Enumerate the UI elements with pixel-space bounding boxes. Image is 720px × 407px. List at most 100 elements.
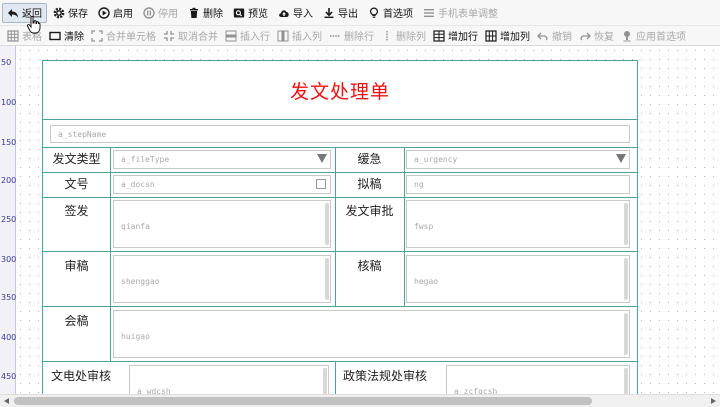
apply-preferences-button[interactable]: 应用首选项 — [618, 26, 689, 45]
column-divider — [110, 147, 111, 306]
delete-column-label: 删除列 — [396, 32, 426, 43]
telegraph-review-value: a_wdcsh — [137, 387, 171, 394]
undo-button-label: 撤销 — [552, 32, 572, 43]
delete-row-label: 删除行 — [344, 32, 374, 43]
scroll-left-arrow-icon[interactable] — [4, 398, 9, 404]
hand-cursor-icon — [27, 16, 41, 34]
delete-col-icon — [381, 30, 393, 42]
ruler-tick: 50 — [1, 58, 12, 67]
gear-icon — [53, 7, 65, 19]
clear-icon — [49, 30, 61, 42]
checkbox[interactable] — [316, 179, 326, 189]
urgency-select[interactable]: a_urgency — [406, 150, 630, 169]
scrollbar[interactable] — [325, 203, 329, 245]
delete-button-label: 删除 — [203, 9, 223, 20]
enable-button[interactable]: 启用 — [94, 3, 137, 23]
unmerge-cells-label: 取消合并 — [178, 32, 218, 43]
delete-column-button[interactable]: 删除列 — [378, 26, 429, 45]
undo-icon — [537, 30, 549, 42]
trash-icon — [188, 7, 200, 19]
sign-off-label: 签发 — [64, 204, 89, 218]
scrollbar[interactable] — [624, 203, 628, 245]
grid-icon — [7, 29, 19, 42]
doc-number-label: 文号 — [64, 177, 89, 191]
merge-cells-label: 合并单元格 — [106, 32, 156, 43]
verify-value: hegao — [414, 277, 439, 286]
joint-review-label: 会稿 — [64, 314, 89, 328]
urgency-value: a_urgency — [414, 155, 458, 164]
chevron-down-icon — [317, 154, 327, 163]
insert-row-button[interactable]: 插入行 — [222, 26, 273, 45]
disable-button-label: 停用 — [158, 9, 178, 20]
telegraph-review-textarea[interactable]: a_wdcsh — [129, 365, 329, 394]
split-cells-icon — [163, 30, 175, 42]
row-divider — [43, 306, 637, 307]
preview-button[interactable]: 预览 — [229, 3, 272, 23]
policy-review-textarea[interactable]: a_zcfgcsh — [446, 365, 630, 394]
export-button[interactable]: 导出 — [319, 3, 362, 23]
import-button[interactable]: 导入 — [274, 3, 317, 23]
column-divider — [404, 147, 405, 306]
delete-row-button[interactable]: 删除行 — [326, 26, 377, 45]
redo-icon — [579, 30, 591, 42]
ruler-tick: 350 — [1, 293, 17, 302]
verify-textarea[interactable]: hegao — [406, 255, 630, 303]
telegraph-review-label: 文电处审核 — [51, 369, 112, 383]
delete-button[interactable]: 删除 — [184, 3, 227, 23]
scrollbar[interactable] — [624, 313, 628, 355]
policy-review-label: 政策法规处审核 — [343, 369, 428, 383]
clear-button[interactable]: 清除 — [46, 26, 87, 45]
scrollbar[interactable] — [624, 258, 628, 300]
chevron-down-icon — [616, 154, 626, 163]
document-form: 发文处理单 a_stepName 发文类型 a_fileType 缓急 a_ur… — [42, 60, 638, 394]
row-divider — [43, 147, 637, 148]
insert-row-label: 插入行 — [240, 32, 270, 43]
approval-textarea[interactable]: fwsp — [406, 200, 630, 248]
scrollbar[interactable] — [624, 368, 628, 394]
review-label: 审稿 — [64, 259, 89, 273]
ruler-tick: 450 — [1, 372, 17, 381]
save-button-label: 保存 — [68, 9, 88, 20]
joint-review-textarea[interactable]: huigao — [113, 310, 630, 358]
list-icon — [423, 7, 435, 19]
mobile-form-adjust-button[interactable]: 手机表单调整 — [419, 3, 502, 23]
unmerge-cells-button[interactable]: 取消合并 — [160, 26, 221, 45]
pause-circle-icon — [143, 6, 155, 19]
designer-canvas: 50 100 150 200 250 300 350 400 450 发文处理单… — [0, 46, 720, 394]
add-row-button[interactable]: 增加行 — [430, 26, 481, 45]
approval-label: 发文审批 — [345, 204, 394, 218]
redo-button[interactable]: 恢复 — [576, 26, 617, 45]
drafter-field[interactable]: ng — [406, 175, 630, 194]
undo-button[interactable]: 撤销 — [534, 26, 575, 45]
insert-column-button[interactable]: 插入列 — [274, 26, 325, 45]
scroll-right-arrow-icon[interactable] — [711, 398, 716, 404]
column-divider — [110, 306, 111, 361]
ruler-tick: 300 — [1, 255, 17, 264]
doc-number-field[interactable]: a_docsn — [113, 175, 331, 194]
row-divider — [43, 172, 637, 173]
step-name-field[interactable]: a_stepName — [50, 125, 630, 143]
vertical-ruler: 50 100 150 200 250 300 350 400 450 — [0, 46, 16, 394]
preferences-button[interactable]: 首选项 — [364, 3, 417, 23]
apply-preferences-label: 应用首选项 — [636, 32, 686, 43]
scrollbar[interactable] — [325, 258, 329, 300]
joint-review-value: huigao — [121, 332, 150, 341]
column-divider — [335, 361, 336, 394]
ruler-tick: 250 — [1, 215, 17, 224]
lightbulb-icon — [368, 6, 380, 19]
merge-cells-button[interactable]: 合并单元格 — [88, 26, 159, 45]
scrollbar[interactable] — [323, 368, 327, 394]
disable-button[interactable]: 停用 — [139, 3, 182, 23]
doc-type-select[interactable]: a_fileType — [113, 150, 331, 169]
clear-button-label: 清除 — [64, 32, 84, 43]
row-divider — [43, 197, 637, 198]
sign-off-textarea[interactable]: qianfa — [113, 200, 331, 248]
save-button[interactable]: 保存 — [49, 3, 92, 23]
scrollbar-thumb[interactable] — [14, 397, 592, 405]
horizontal-scrollbar[interactable] — [0, 394, 720, 407]
enable-button-label: 启用 — [113, 9, 133, 20]
download-icon — [323, 7, 335, 19]
review-textarea[interactable]: shenggao — [113, 255, 331, 303]
insert-col-icon — [277, 30, 289, 42]
add-column-button[interactable]: 增加列 — [482, 26, 533, 45]
